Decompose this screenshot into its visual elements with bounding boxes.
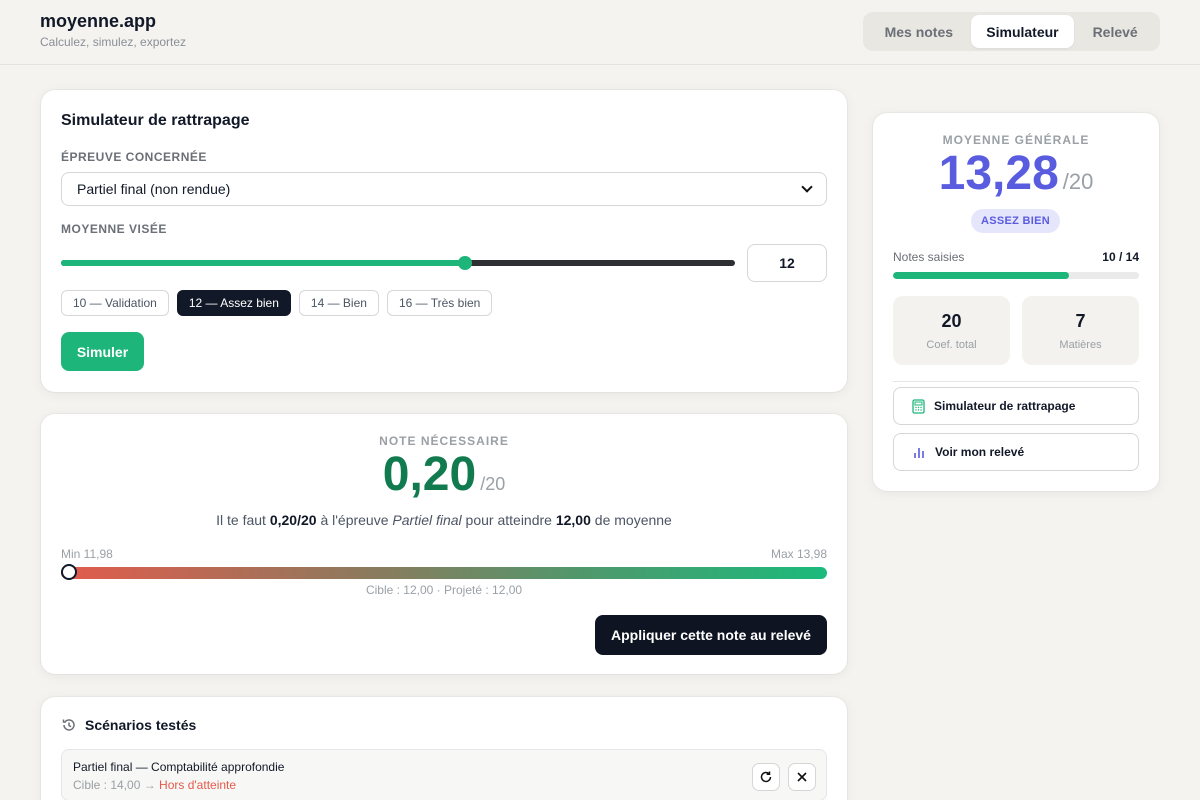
simulator-title: Simulateur de rattrapage [61, 112, 250, 129]
preset-chips: 10 — Validation 12 — Assez bien 14 — Bie… [61, 290, 493, 316]
range-gradient-bar [61, 567, 827, 579]
average-value-row: 13,28/20 [873, 146, 1159, 201]
simulator-card: Simulateur de rattrapage Épreuve concern… [41, 90, 847, 392]
result-card: NOTE NÉCESSAIRE 0,20/20 Il te faut 0,20/… [41, 414, 847, 674]
refresh-icon [760, 771, 772, 783]
notes-count: 10 / 14 [1102, 250, 1139, 264]
scenarios-title: Scénarios testés [85, 717, 197, 733]
notes-progress-bar [893, 272, 1139, 279]
history-icon [62, 719, 75, 731]
scenario-title: Partiel final — Comptabilité approfondie [73, 760, 285, 774]
sentence-target: 12,00 [555, 512, 591, 528]
chip-validation[interactable]: 10 — Validation [61, 290, 169, 316]
exam-select[interactable]: Partiel final (non rendue) [61, 172, 827, 206]
chip-tres-bien[interactable]: 16 — Très bien [386, 290, 493, 316]
range-min-label: Min 11,98 [61, 547, 113, 561]
result-label: NOTE NÉCESSAIRE [379, 434, 509, 448]
chip-assez-bien[interactable]: 12 — Assez bien [176, 290, 291, 316]
sentence-exam: Partiel final [392, 512, 462, 528]
delete-scenario-button[interactable] [788, 763, 816, 791]
target-slider[interactable] [61, 256, 735, 270]
notes-label: Notes saisies [893, 250, 965, 264]
app-header: moyenne.app Calculez, simulez, exportez … [0, 0, 1200, 65]
divider [893, 381, 1139, 382]
simulator-link-label: Simulateur de rattrapage [934, 399, 1076, 413]
reload-scenario-button[interactable] [752, 763, 780, 791]
summary-card: MOYENNE GÉNÉRALE 13,28/20 ASSEZ BIEN Not… [873, 113, 1159, 491]
sentence-post: de moyenne [590, 512, 672, 528]
simulate-button[interactable]: Simuler [61, 332, 144, 371]
average-value: 13,28 [938, 147, 1059, 200]
sentence-mid1: à l'épreuve [316, 512, 393, 528]
scenario-status: Hors d'atteinte [159, 778, 237, 792]
chip-bien[interactable]: 14 — Bien [298, 290, 379, 316]
coef-total-label: Coef. total [926, 339, 977, 351]
close-icon [797, 772, 807, 782]
scenario-target: Cible : 14,00 → [73, 778, 160, 792]
tab-releve[interactable]: Relevé [1074, 15, 1156, 48]
brand: moyenne.app Calculez, simulez, exportez [40, 11, 186, 49]
result-value: 0,20 [382, 448, 477, 501]
average-label: MOYENNE GÉNÉRALE [942, 133, 1090, 147]
tab-simulateur[interactable]: Simulateur [970, 15, 1075, 48]
target-label: Moyenne visée [61, 222, 167, 236]
list-item: Partiel final — Comptabilité approfondie… [61, 749, 827, 800]
subjects-value: 7 [1075, 311, 1086, 331]
chevron-down-icon [801, 181, 813, 193]
exam-select-value: Partiel final (non rendue) [77, 181, 231, 197]
subjects-label: Matières [1059, 339, 1102, 351]
simulator-link-button[interactable]: Simulateur de rattrapage [893, 387, 1139, 425]
releve-link-button[interactable]: Voir mon relevé [893, 433, 1139, 471]
app-title: moyenne.app [40, 11, 157, 31]
coef-total-value: 20 [941, 311, 962, 331]
releve-link-label: Voir mon relevé [935, 445, 1025, 459]
bar-chart-icon [914, 448, 924, 458]
sentence-mid2: pour atteindre [461, 512, 556, 528]
exam-label: Épreuve concernée [61, 150, 207, 164]
result-denominator: /20 [480, 474, 506, 494]
tab-mes-notes[interactable]: Mes notes [867, 15, 971, 48]
main-nav: Mes notes Simulateur Relevé [863, 12, 1160, 51]
range-marker [60, 564, 77, 580]
apply-note-button[interactable]: Appliquer cette note au relevé [595, 615, 827, 655]
target-number-input[interactable]: 12 [747, 244, 827, 282]
sentence-note: 0,20/20 [269, 512, 317, 528]
slider-fill [61, 260, 466, 266]
mention-badge: ASSEZ BIEN [971, 209, 1060, 233]
result-sentence: Il te faut 0,20/20 à l'épreuve Partiel f… [41, 512, 847, 528]
subjects-stat: 7 Matières [1022, 296, 1139, 365]
range-max-label: Max 13,98 [770, 547, 827, 561]
scenarios-header: Scénarios testés [61, 717, 196, 733]
coef-total-stat: 20 Coef. total [893, 296, 1010, 365]
app-subtitle: Calculez, simulez, exportez [40, 35, 187, 49]
scenario-subtitle: Cible : 14,00 → Hors d'atteinte [73, 778, 236, 792]
calculator-icon [912, 398, 925, 414]
range-note: Cible : 12,00 · Projeté : 12,00 [365, 583, 523, 597]
average-denominator: /20 [1062, 169, 1094, 194]
slider-thumb[interactable] [458, 256, 473, 270]
sentence-pre: Il te faut [216, 512, 270, 528]
notes-progress-fill [893, 272, 1069, 279]
result-value-row: 0,20/20 [41, 447, 847, 502]
scenarios-card: Scénarios testés Partiel final — Comptab… [41, 697, 847, 800]
